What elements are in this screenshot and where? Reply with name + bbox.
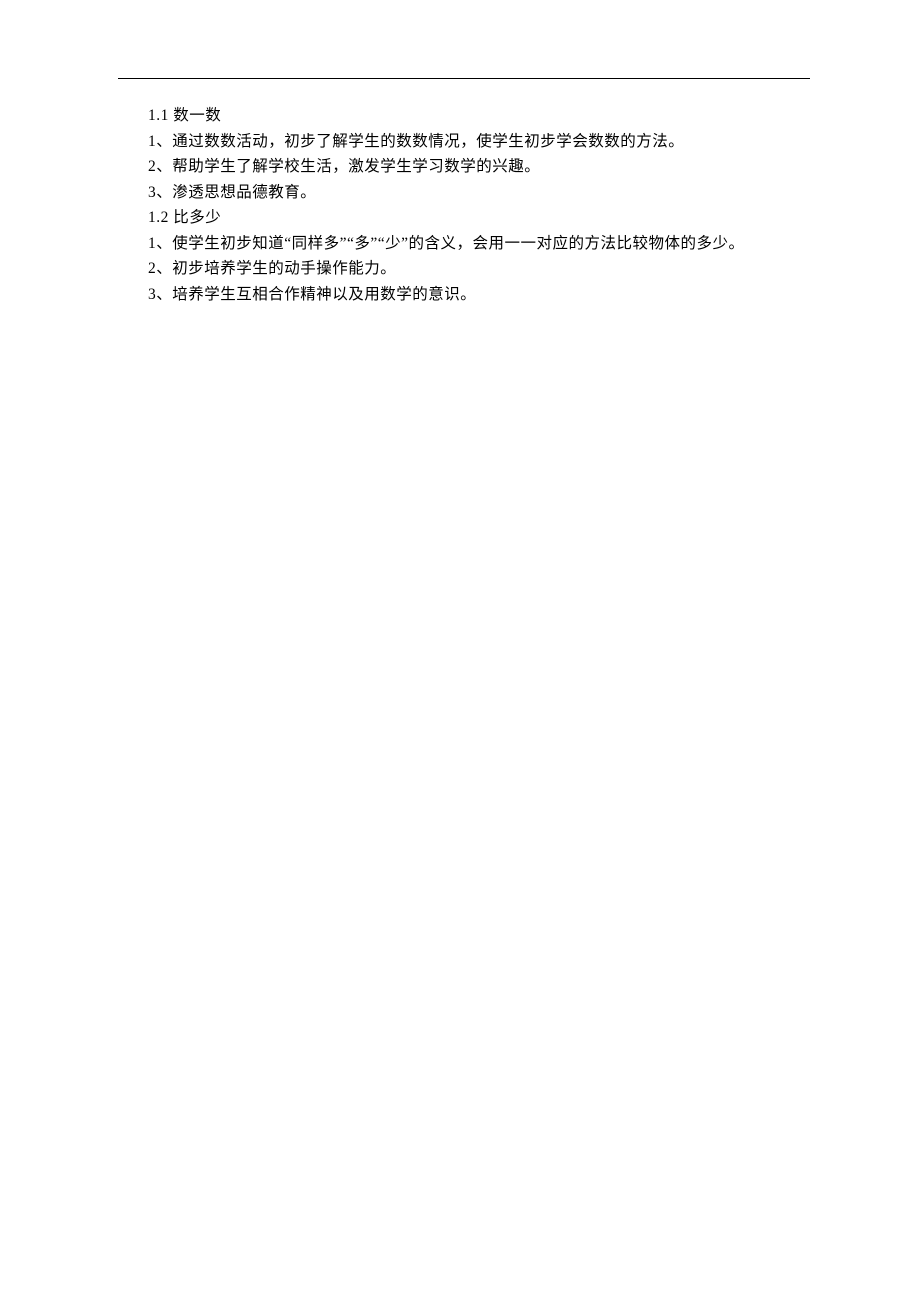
text-line: 1、通过数数活动，初步了解学生的数数情况，使学生初步学会数数的方法。 — [148, 129, 810, 155]
text-line: 3、渗透思想品德教育。 — [148, 180, 810, 206]
text-line: 2、帮助学生了解学校生活，激发学生学习数学的兴趣。 — [148, 154, 810, 180]
horizontal-rule — [118, 78, 810, 79]
text-line: 1.1 数一数 — [148, 103, 810, 129]
text-line: 3、培养学生互相合作精神以及用数学的意识。 — [148, 282, 810, 308]
text-line: 1.2 比多少 — [148, 205, 810, 231]
document-content: 1.1 数一数 1、通过数数活动，初步了解学生的数数情况，使学生初步学会数数的方… — [118, 103, 810, 307]
text-line: 2、初步培养学生的动手操作能力。 — [148, 256, 810, 282]
text-line: 1、使学生初步知道“同样多”“多”“少”的含义，会用一一对应的方法比较物体的多少… — [148, 231, 810, 257]
